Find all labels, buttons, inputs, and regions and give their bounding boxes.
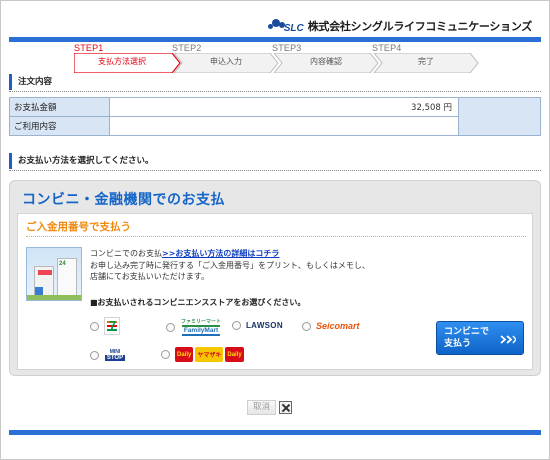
payment-heading-divider [9, 170, 541, 171]
order-amount-value: 32,508 円 [109, 97, 459, 117]
subtitle-divider [26, 236, 526, 237]
convenience-store-illustration: 24 [26, 247, 82, 301]
radio-button[interactable] [302, 321, 311, 331]
payment-details-link[interactable]: >>お支払い方法の詳細はコチラ [162, 249, 279, 258]
step-2: STEP2 申込入力 [172, 43, 280, 73]
pay-at-convenience-store-button[interactable]: コンビニで 支払う [436, 321, 524, 355]
payment-option-box: ご入金用番号で支払う 24 コンビニでのお支払>>お支払い方法の詳細はコチラ お… [17, 213, 533, 370]
step-3-number: STEP3 [272, 43, 302, 53]
store-option-familymart[interactable]: ファミリーマート FamilyMart [166, 319, 222, 336]
step-4-label: 完了 [418, 57, 434, 66]
double-chevron-right-icon [500, 335, 516, 344]
desc-line-2: お申し込み完了時に発行する「ご入金用番号」をプリント、もしくはメモし、 [90, 260, 370, 270]
daily-logo-icon: Daily [175, 347, 194, 362]
convenience-payment-panel: コンビニ・金融機関でのお支払 ご入金用番号で支払う 24 コンビニでのお支払>>… [9, 180, 541, 376]
radio-button[interactable] [161, 350, 170, 359]
lawson-logo-icon: LAWSON [246, 321, 283, 330]
step-4-number: STEP4 [372, 43, 402, 53]
desc-line-3: 店舗にてお支払いいただけます。 [90, 272, 209, 281]
store-option-lawson[interactable]: LAWSON [232, 321, 283, 330]
step-1-number: STEP1 [74, 43, 104, 53]
footer-divider [9, 430, 541, 435]
step-1: STEP1 支払方法選択 [74, 43, 182, 73]
step-indicator: STEP1 支払方法選択 STEP2 申込入力 STEP3 内容確認 STEP4… [74, 43, 479, 73]
desc-prefix: コンビニでのお支払 [90, 249, 162, 258]
daily-yamazaki-logo-icon: Daily [225, 347, 244, 362]
store-select-label: ■お支払いされるコンビニエンスストアをお選びください。 [90, 298, 306, 307]
payment-heading: お支払い方法を選択してください。 [9, 153, 154, 169]
order-amount-label: お支払金額 [9, 97, 110, 117]
header-divider [9, 37, 541, 42]
company-name: 株式会社シングルライフコミュニケーションズ [307, 20, 533, 33]
step-2-label: 申込入力 [210, 57, 242, 66]
yamazaki-logo-icon: ヤマザキ [195, 347, 224, 362]
order-content-value [109, 116, 459, 136]
familymart-logo-icon: ファミリーマート FamilyMart [180, 319, 221, 336]
radio-button[interactable] [166, 322, 175, 332]
company-logo: SLC 株式会社シングルライフコミュニケーションズ [267, 16, 533, 36]
logo-mark-text: SLC [283, 22, 304, 34]
step-3-label: 内容確認 [310, 57, 342, 66]
seven-eleven-logo-icon: 7 [104, 317, 120, 335]
radio-button[interactable] [90, 321, 99, 331]
store-option-ministop[interactable]: MINI STOP [90, 345, 126, 365]
order-content-label: ご利用内容 [9, 116, 110, 136]
store-option-seven-eleven[interactable]: 7 [90, 317, 120, 335]
step-4: STEP4 完了 [372, 43, 480, 73]
order-side-cell [458, 97, 541, 136]
cancel-button[interactable]: 取消 [247, 400, 277, 415]
table-row: お支払金額 32,508 円 [9, 97, 541, 136]
store-option-seicomart[interactable]: Seicomart [302, 321, 360, 331]
close-icon[interactable] [279, 401, 293, 414]
radio-button[interactable] [232, 321, 241, 330]
radio-button[interactable] [90, 350, 99, 360]
slc-logo-mark: SLC [267, 18, 304, 34]
payment-description: コンビニでのお支払>>お支払い方法の詳細はコチラ お申し込み完了時に発行する「ご… [90, 248, 370, 283]
seicomart-logo-icon: Seicomart [316, 321, 360, 331]
step-3: STEP3 内容確認 [272, 43, 380, 73]
ministop-logo-icon: MINI STOP [104, 345, 126, 365]
logo-dots-icon [267, 18, 286, 34]
order-table: お支払金額 32,508 円 ご利用内容 [9, 97, 541, 136]
payment-subtitle: ご入金用番号で支払う [26, 221, 131, 233]
panel-title: コンビニ・金融機関でのお支払 [22, 192, 225, 208]
store-option-daily-yamazaki[interactable]: Daily ヤマザキ Daily [161, 347, 246, 362]
step-2-number: STEP2 [172, 43, 202, 53]
order-heading-divider [9, 91, 541, 92]
cancel-control[interactable]: 取消 [247, 399, 303, 416]
order-heading: 注文内容 [9, 74, 52, 90]
step-1-label: 支払方法選択 [98, 57, 146, 66]
